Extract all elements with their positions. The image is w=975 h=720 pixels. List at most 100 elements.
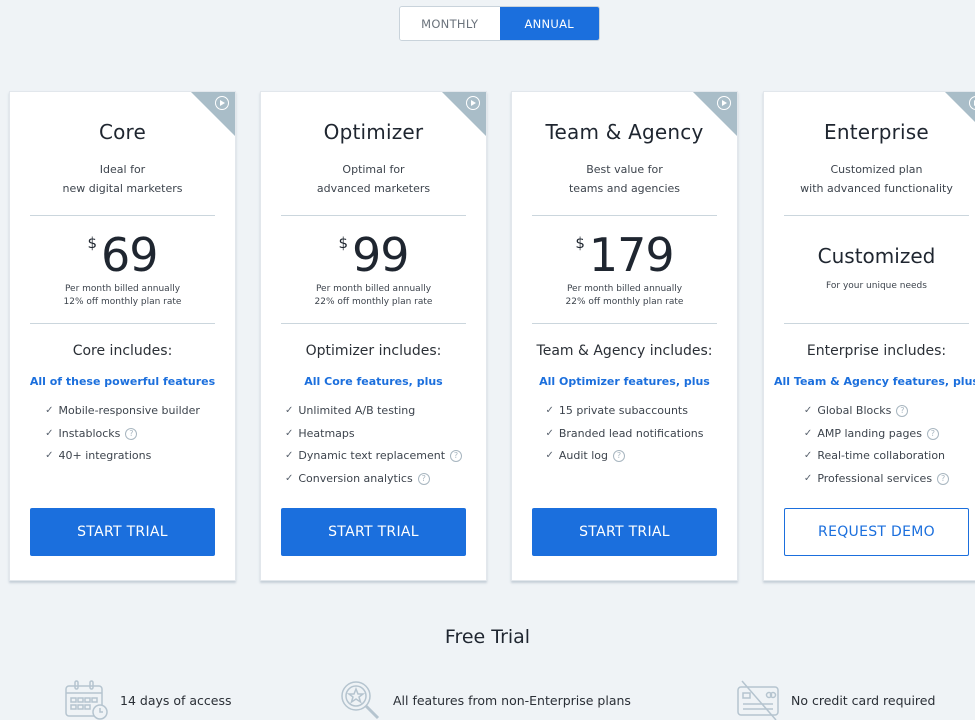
includes-title: Enterprise includes: — [806, 343, 947, 359]
plan-card-enterprise: Enterprise Customized plan with advanced… — [763, 91, 975, 581]
feature-item: ✓ Audit log? — [545, 445, 703, 468]
plan-description-line: teams and agencies — [568, 182, 681, 195]
billing-note: Per month billed annually — [64, 284, 181, 294]
start-trial-button[interactable]: START TRIAL — [30, 508, 215, 556]
check-icon: ✓ — [284, 472, 294, 484]
plan-description-line: Optimal for — [342, 163, 405, 176]
start-trial-button[interactable]: START TRIAL — [532, 508, 717, 556]
price-note: For your unique needs — [826, 281, 927, 291]
billing-note: Per month billed annually — [566, 284, 683, 294]
toggle-monthly[interactable]: MONTHLY — [400, 7, 500, 40]
feature-list: ✓ Global Blocks? ✓ AMP landing pages? ✓ Rea… — [764, 400, 975, 490]
feature-label: Dynamic text replacement — [298, 449, 446, 463]
play-icon[interactable] — [717, 96, 731, 110]
divider — [30, 215, 215, 216]
feature-list: ✓ Mobile-responsive builder ✓ Instablocks?… — [10, 400, 235, 468]
plan-card-team-agency: Team & Agency Best value for teams and a… — [511, 91, 738, 581]
price-amount: 99 — [352, 228, 410, 282]
includes-title: Optimizer includes: — [305, 343, 442, 359]
feature-label: Professional services — [817, 471, 933, 485]
trial-item-label: All features from non-Enterprise plans — [393, 692, 631, 708]
help-icon[interactable]: ? — [125, 427, 138, 440]
price-amount: 179 — [588, 228, 675, 282]
divider — [30, 323, 215, 324]
feature-label: 15 private subaccounts — [558, 404, 688, 418]
discount-note: 12% off monthly plan rate — [63, 297, 182, 307]
feature-item: ✓ Professional services? — [804, 468, 950, 491]
help-icon[interactable]: ? — [926, 427, 939, 440]
play-icon[interactable] — [466, 96, 480, 110]
help-icon[interactable]: ? — [417, 472, 430, 485]
free-trial-title: Free Trial — [444, 626, 531, 648]
price: $ 69 — [10, 228, 235, 282]
check-icon: ✓ — [803, 450, 813, 462]
request-demo-button[interactable]: REQUEST DEMO — [784, 508, 969, 556]
feature-item: ✓ Dynamic text replacement? — [284, 445, 463, 468]
help-icon[interactable]: ? — [937, 472, 950, 485]
price: $ 179 — [512, 228, 737, 282]
feature-label: Mobile-responsive builder — [58, 404, 200, 418]
plan-description-line: Best value for — [586, 163, 663, 176]
feature-label: Conversion analytics — [298, 471, 413, 485]
plan-description: Customized plan with advanced functional… — [764, 160, 975, 198]
check-icon: ✓ — [284, 450, 294, 462]
start-trial-button[interactable]: START TRIAL — [281, 508, 466, 556]
divider — [784, 215, 969, 216]
feature-label: Branded lead notifications — [558, 426, 704, 440]
includes-subtitle: All Optimizer features, plus — [539, 375, 710, 388]
plan-name: Enterprise — [824, 120, 929, 144]
feature-item: ✓ 15 private subaccounts — [545, 400, 703, 423]
divider — [532, 323, 717, 324]
trial-item-days: 14 days of access — [64, 680, 232, 720]
check-icon: ✓ — [545, 427, 554, 439]
play-icon[interactable] — [215, 96, 229, 110]
help-icon[interactable]: ? — [450, 450, 463, 463]
feature-item: ✓ AMP landing pages? — [804, 423, 949, 446]
calendar-icon — [64, 680, 108, 720]
billing-note: Per month billed annually — [315, 284, 432, 294]
plan-description: Ideal for new digital marketers — [10, 160, 235, 198]
trial-item-label: No credit card required — [791, 692, 936, 708]
plan-card-optimizer: Optimizer Optimal for advanced marketers… — [260, 91, 487, 581]
trial-item-label: 14 days of access — [120, 692, 232, 708]
check-icon: ✓ — [803, 405, 813, 417]
plan-name: Optimizer — [323, 120, 424, 144]
feature-label: Unlimited A/B testing — [298, 404, 416, 418]
feature-list: ✓ 15 private subaccounts ✓ Branded lead no… — [512, 400, 737, 468]
help-icon[interactable]: ? — [612, 450, 625, 463]
feature-item: ✓ Instablocks? — [45, 423, 200, 446]
includes-title: Core includes: — [72, 343, 173, 359]
feature-item: ✓ Real-time collaboration — [804, 445, 949, 468]
feature-label: 40+ integrations — [58, 449, 152, 463]
feature-item: ✓ Mobile-responsive builder — [45, 400, 200, 423]
magnifier-star-icon — [338, 680, 382, 720]
check-icon: ✓ — [45, 450, 54, 462]
help-icon[interactable]: ? — [896, 405, 909, 418]
includes-subtitle: All Core features, plus — [304, 375, 443, 388]
plan-card-core: Core Ideal for new digital marketers $ 6… — [9, 91, 236, 581]
check-icon: ✓ — [45, 427, 54, 439]
plan-description-line: advanced marketers — [316, 182, 431, 195]
feature-label: Audit log — [558, 449, 608, 463]
feature-label: Instablocks — [58, 426, 121, 440]
feature-item: ✓ 40+ integrations — [45, 445, 200, 468]
discount-note: 22% off monthly plan rate — [565, 297, 684, 307]
price: $ 99 — [261, 228, 486, 282]
divider — [532, 215, 717, 216]
feature-label: Global Blocks — [817, 404, 892, 418]
feature-item: ✓ Heatmaps — [285, 423, 462, 446]
discount-note: 22% off monthly plan rate — [314, 297, 433, 307]
plan-description-line: new digital marketers — [62, 182, 183, 195]
plan-description-line: Ideal for — [99, 163, 146, 176]
currency-symbol: $ — [338, 234, 348, 252]
toggle-annual[interactable]: ANNUAL — [499, 7, 599, 40]
check-icon: ✓ — [284, 405, 294, 417]
price-note: Per month billed annually 12% off monthl… — [10, 283, 235, 309]
plan-description: Optimal for advanced marketers — [261, 160, 486, 198]
plan-name: Core — [98, 120, 147, 144]
check-icon: ✓ — [45, 405, 54, 417]
trial-item-no-card: No credit card required — [736, 680, 935, 720]
divider — [281, 215, 466, 216]
trial-item-features: All features from non-Enterprise plans — [338, 680, 631, 720]
currency-symbol: $ — [575, 234, 585, 252]
